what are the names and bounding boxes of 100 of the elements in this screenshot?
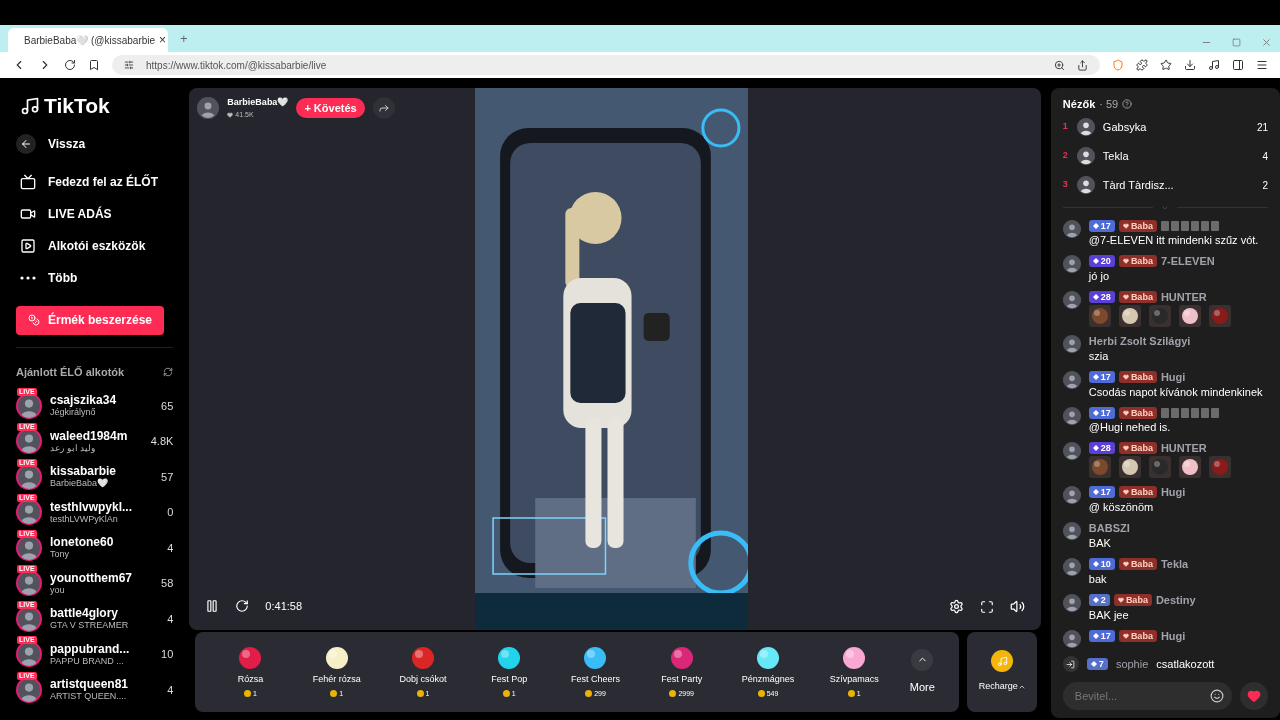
chat-username[interactable]: Destiny — [1155, 593, 1196, 607]
chat-username[interactable]: Hugi — [1160, 485, 1186, 499]
nav-item[interactable]: Fedezd fel az ÉLŐT — [16, 165, 174, 198]
site-settings-icon[interactable] — [124, 60, 134, 70]
follow-button[interactable]: + Követés — [296, 98, 365, 118]
heart-icon — [1122, 374, 1129, 380]
top-viewer-row[interactable]: 3 Tàrd Tàrdisz... 2 — [1062, 170, 1268, 200]
diamond-icon — [1092, 409, 1099, 416]
coin-icon — [416, 690, 424, 698]
avatar — [1062, 557, 1081, 576]
extension-icon[interactable] — [1136, 59, 1148, 71]
back-button[interactable] — [16, 133, 36, 154]
diamond-icon — [1092, 633, 1099, 639]
top-viewer-row[interactable]: 1 Gabsyka 21 — [1062, 112, 1268, 142]
avatar — [1062, 441, 1081, 460]
coin-icon — [669, 690, 677, 698]
stream-time: 0:41:58 — [265, 598, 303, 614]
new-tab-button[interactable]: + — [180, 28, 188, 48]
music-icon[interactable] — [1208, 59, 1220, 71]
close-tab-button[interactable]: × — [159, 31, 167, 49]
replay-icon[interactable] — [235, 598, 250, 613]
heart-icon — [1247, 689, 1261, 703]
chat-username[interactable]: Tekla — [1160, 557, 1189, 571]
pause-icon[interactable] — [205, 598, 220, 613]
fan-badge: Baba — [1118, 291, 1157, 303]
fan-badge: Baba — [1118, 442, 1157, 454]
play-icon — [20, 237, 36, 254]
back-arrow-icon — [20, 137, 32, 150]
fan-badge: Baba — [1118, 255, 1157, 267]
chat-input[interactable]: Bevitel... — [1062, 682, 1232, 710]
chat-username[interactable]: Hugi — [1160, 629, 1186, 643]
expand-button[interactable] — [911, 648, 934, 671]
help-icon[interactable] — [1122, 99, 1133, 110]
nav-item[interactable]: Alkotói eszközök — [16, 229, 174, 262]
heart-icon — [1122, 445, 1129, 451]
fullscreen-icon[interactable] — [979, 600, 994, 614]
chevron-up-icon — [1017, 683, 1026, 691]
download-icon[interactable] — [1184, 59, 1196, 71]
recharge-button[interactable]: Recharge — [967, 632, 1038, 712]
avatar — [16, 570, 42, 597]
diamond-icon — [1090, 661, 1097, 667]
chat-username[interactable]: 7-ELEVEN — [1160, 254, 1215, 268]
menu-icon[interactable] — [1256, 59, 1268, 71]
chat-message: bak — [1088, 571, 1108, 586]
chat-username[interactable]: Hugi — [1160, 370, 1186, 384]
host-name[interactable]: BarbieBaba🤍 — [227, 96, 289, 110]
fan-badge: Baba — [1118, 630, 1157, 642]
avatar — [1076, 118, 1095, 136]
sidebar-icon[interactable] — [1232, 59, 1244, 71]
chat-username[interactable]: Herbi Zsolt Szilágyi — [1088, 334, 1191, 348]
top-viewer-row[interactable]: 2 Tekla 4 — [1062, 141, 1268, 171]
zoom-icon[interactable] — [1054, 59, 1065, 71]
level-badge: 17 — [1088, 486, 1115, 498]
chat-username[interactable]: sophie — [1115, 655, 1149, 673]
avatar — [16, 641, 42, 668]
tab-title: BarbieBaba🤍 (@kissabarbie — [24, 33, 156, 48]
emoji-icon[interactable] — [1210, 689, 1224, 703]
chat-username[interactable]: HUNTER — [1160, 290, 1207, 304]
fan-badge: Baba — [1118, 486, 1157, 498]
more-gifts-button[interactable]: More — [909, 678, 935, 696]
nav-item[interactable]: Több — [16, 261, 174, 294]
chat-message: @Hugi nehed is. — [1088, 419, 1172, 434]
chat-username[interactable]: HUNTER — [1160, 441, 1207, 455]
chat-message: szia — [1088, 348, 1110, 363]
coin-icon — [585, 690, 593, 698]
level-badge: 28 — [1088, 442, 1115, 454]
more-icon — [20, 275, 36, 280]
bookmark-icon[interactable] — [88, 59, 100, 71]
chat-message: jó jo — [1088, 268, 1111, 283]
reload-icon[interactable] — [64, 59, 76, 71]
avatar — [16, 428, 42, 455]
level-badge: 10 — [1088, 558, 1115, 570]
star-icon[interactable] — [1160, 59, 1172, 71]
diamond-icon — [1092, 294, 1099, 300]
volume-icon[interactable] — [1009, 599, 1025, 614]
viewers-title: Nézők — [1062, 97, 1096, 112]
close-icon[interactable] — [1261, 37, 1272, 48]
nav-label[interactable]: Vissza — [48, 134, 86, 153]
chat-username[interactable]: BABSZI — [1088, 521, 1130, 535]
address-bar[interactable]: https://www.tiktok.com/@kissabarbie/live — [112, 55, 1100, 75]
avatar — [1062, 485, 1081, 504]
get-coins-button[interactable]: Érmék beszerzése — [16, 305, 164, 335]
coin-icon — [330, 690, 338, 698]
logo[interactable]: TikTok — [44, 90, 110, 122]
coin-icon — [757, 690, 765, 698]
tv-icon — [20, 173, 36, 190]
share-icon[interactable] — [1077, 59, 1088, 71]
level-badge: 2 — [1088, 594, 1110, 606]
like-button[interactable] — [1240, 682, 1268, 710]
avatar — [1076, 176, 1095, 194]
heart-icon — [1122, 222, 1129, 229]
settings-icon[interactable] — [948, 599, 964, 614]
fan-badge: Baba — [1118, 219, 1157, 232]
browser-tab[interactable]: BarbieBaba🤍 (@kissabarbie × — [8, 28, 168, 52]
level-badge: 17 — [1088, 406, 1115, 419]
refresh-icon[interactable] — [163, 366, 174, 377]
nav-item[interactable]: LIVE ADÁS — [16, 197, 174, 230]
diamond-icon — [1092, 374, 1099, 380]
diamond-icon — [1092, 489, 1099, 495]
share-button[interactable] — [372, 97, 395, 119]
